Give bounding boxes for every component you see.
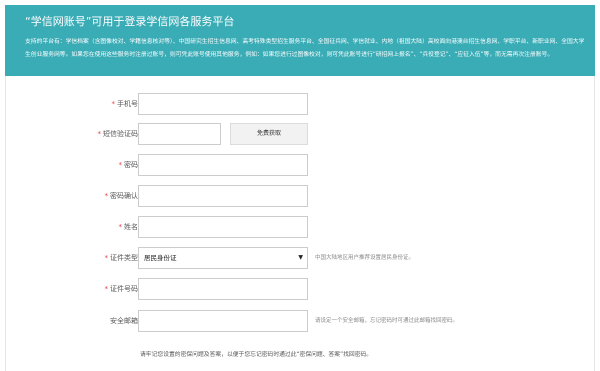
password-confirm-row: * 密码确认 bbox=[6, 185, 596, 207]
required-mark: * bbox=[111, 100, 116, 108]
password-row: * 密码 bbox=[6, 154, 596, 176]
name-label: * 姓名 bbox=[118, 223, 139, 231]
security-email-hint: 请设定一个安全邮箱，忘记密码时可通过此邮箱找回密码。 bbox=[315, 318, 459, 324]
chevron-down-icon: ▼ bbox=[298, 254, 303, 261]
id-number-input[interactable] bbox=[138, 278, 308, 300]
id-number-row: * 证件号码 bbox=[6, 278, 596, 300]
required-mark: * bbox=[104, 192, 109, 200]
required-mark: * bbox=[97, 130, 102, 138]
security-email-label: 安全邮箱 bbox=[110, 317, 138, 325]
sms-code-label: * 短信验证码 bbox=[97, 130, 139, 138]
security-email-row: 安全邮箱 请设定一个安全邮箱，忘记密码时可通过此邮箱找回密码。 bbox=[6, 310, 596, 332]
id-type-label: * 证件类型 bbox=[104, 254, 139, 262]
id-type-select[interactable]: 居民身份证 ▼ bbox=[138, 247, 308, 269]
banner-title: “学信网账号”可用于登录学信网各服务平台 bbox=[25, 15, 235, 28]
security-question-note: 请牢记您设置的密保问题及答案，以便于您忘记密码时通过此“密保问题、答案”找回密码… bbox=[140, 352, 373, 358]
required-mark: * bbox=[104, 254, 109, 262]
password-input[interactable] bbox=[138, 154, 308, 176]
phone-row: * 手机号 bbox=[6, 93, 596, 115]
name-input[interactable] bbox=[138, 216, 308, 238]
phone-input[interactable] bbox=[138, 93, 308, 115]
id-type-hint: 中国大陆地区用户推荐设置居民身份证。 bbox=[315, 255, 415, 261]
banner-description: 支持的平台有：学信档案（含图像校对、学籍信息核对等）、中国研究生招生信息网、高考… bbox=[25, 39, 585, 58]
security-email-input[interactable] bbox=[138, 310, 308, 332]
sms-code-row: * 短信验证码 免费获取 bbox=[6, 123, 596, 145]
password-confirm-label: * 密码确认 bbox=[104, 192, 139, 200]
sms-code-input[interactable] bbox=[138, 123, 221, 145]
id-number-label: * 证件号码 bbox=[104, 285, 139, 293]
required-mark: * bbox=[118, 161, 123, 169]
id-type-row: * 证件类型 居民身份证 ▼ 中国大陆地区用户推荐设置居民身份证。 bbox=[6, 247, 596, 269]
required-mark: * bbox=[104, 285, 109, 293]
name-row: * 姓名 bbox=[6, 216, 596, 238]
password-confirm-input[interactable] bbox=[138, 185, 308, 207]
get-sms-code-button[interactable]: 免费获取 bbox=[230, 123, 308, 145]
info-banner: “学信网账号”可用于登录学信网各服务平台 支持的平台有：学信档案（含图像校对、学… bbox=[5, 5, 595, 76]
registration-form: * 手机号 * 短信验证码 免费获取 * 密码 * 密码确认 * 姓名 * 证件类型 居民身… bbox=[5, 76, 595, 371]
phone-label: * 手机号 bbox=[111, 100, 139, 108]
id-type-selected-value: 居民身份证 bbox=[144, 254, 177, 262]
required-mark: * bbox=[118, 223, 123, 231]
password-label: * 密码 bbox=[118, 161, 139, 169]
